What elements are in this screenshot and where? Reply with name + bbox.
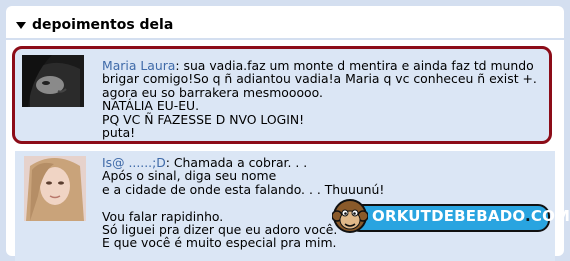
monkey-mascot-icon — [332, 199, 368, 233]
avatar[interactable] — [22, 55, 84, 107]
avatar[interactable] — [24, 156, 86, 221]
testimonial-text: Maria Laura: sua vadia.faz um monte d me… — [102, 58, 537, 141]
divider — [6, 38, 564, 40]
section-header[interactable]: depoimentos dela — [16, 15, 173, 35]
testimonial-item: Maria Laura: sua vadia.faz um monte d me… — [12, 46, 552, 144]
triangle-down-icon[interactable] — [16, 21, 26, 29]
logo-text: ORKUTDEBEBADO.COM — [372, 207, 570, 225]
section-title: depoimentos dela — [32, 17, 174, 33]
watermark-logo: ORKUTDEBEBADO.COM — [332, 199, 570, 233]
